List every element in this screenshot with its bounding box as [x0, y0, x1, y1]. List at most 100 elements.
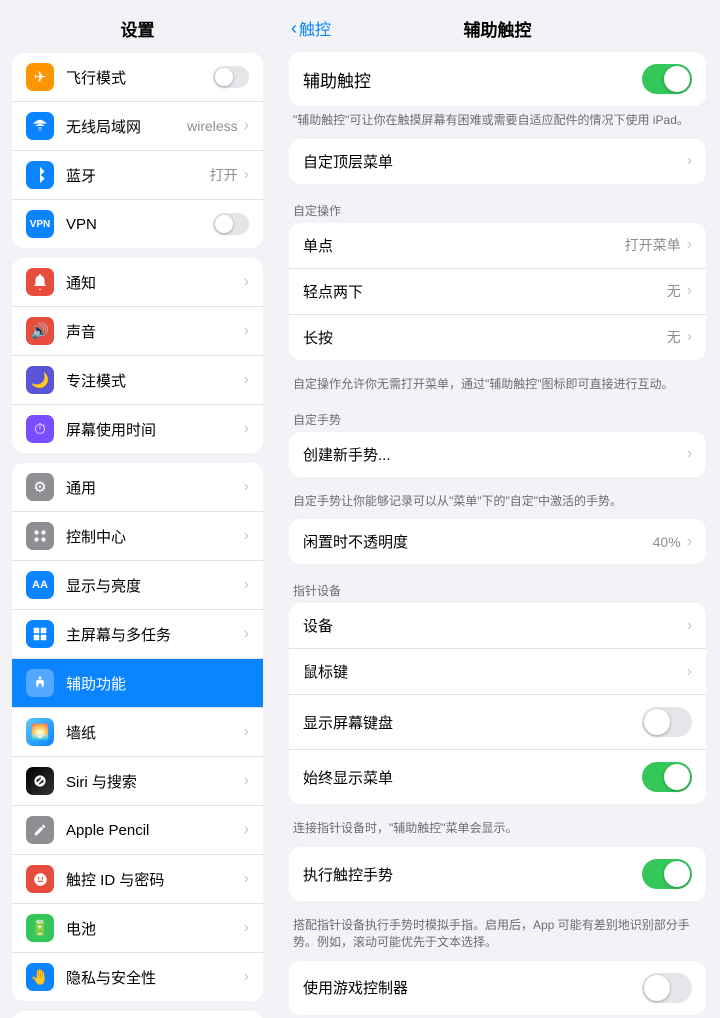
homescreen-label: 主屏幕与多任务: [66, 624, 242, 645]
idle-opacity-chevron: ›: [687, 533, 692, 551]
double-tap-chevron: ›: [687, 282, 692, 300]
controlcenter-icon: [26, 522, 54, 550]
execute-gesture-group: 执行触控手势: [289, 847, 706, 901]
system-group: ⚙ 通用 › 控制中心 › AA 显示与亮度 › 主屏幕与多任务 ›: [12, 463, 263, 1001]
sidebar-item-bluetooth[interactable]: 蓝牙 打开 ›: [12, 151, 263, 200]
sidebar-item-airplane[interactable]: ✈ 飞行模式: [12, 53, 263, 102]
pointer-header: 指针设备: [289, 574, 706, 603]
focus-label: 专注模式: [66, 370, 242, 391]
sidebar-item-general[interactable]: ⚙ 通用 ›: [12, 463, 263, 512]
execute-gesture-row[interactable]: 执行触控手势: [289, 847, 706, 901]
accessibility-icon: [26, 669, 54, 697]
long-press-chevron: ›: [687, 328, 692, 346]
detail-header: ‹ 触控 辅助触控: [275, 0, 720, 52]
custom-ops-group: 单点 打开菜单 › 轻点两下 无 › 长按 无 ›: [289, 223, 706, 360]
mouse-chevron: ›: [687, 663, 692, 681]
main-toggle-label: 辅助触控: [303, 67, 642, 92]
airplane-label: 飞行模式: [66, 67, 213, 88]
single-tap-chevron: ›: [687, 236, 692, 254]
execute-gesture-toggle[interactable]: [642, 859, 692, 889]
sidebar-item-notification[interactable]: 通知 ›: [12, 258, 263, 307]
always-show-row[interactable]: 始终显示菜单: [289, 750, 706, 804]
screentime-chevron: ›: [244, 420, 249, 438]
device-label: 设备: [303, 615, 685, 636]
custom-gesture-group: 创建新手势... ›: [289, 432, 706, 477]
sidebar-item-appstore[interactable]: App Store ›: [12, 1011, 263, 1018]
controlcenter-chevron: ›: [244, 527, 249, 545]
game-controller-toggle[interactable]: [642, 973, 692, 1003]
top-menu-group: 自定顶层菜单 ›: [289, 139, 706, 184]
store-group: App Store › 💳 钱包与 Apple Pay ›: [12, 1011, 263, 1018]
homescreen-icon: [26, 620, 54, 648]
mouse-row[interactable]: 鼠标键 ›: [289, 649, 706, 695]
vpn-icon: VPN: [26, 210, 54, 238]
vpn-toggle[interactable]: [213, 213, 249, 235]
sidebar-item-privacy[interactable]: 🤚 隐私与安全性 ›: [12, 953, 263, 1001]
back-button[interactable]: ‹ 触控: [291, 16, 331, 40]
main-toggle-description: "辅助触控"可让你在触摸屏幕有困难或需要自适应配件的情况下使用 iPad。: [289, 112, 706, 139]
faceid-label: 触控 ID 与密码: [66, 869, 242, 890]
show-keyboard-row[interactable]: 显示屏幕键盘: [289, 695, 706, 750]
sidebar-item-pencil[interactable]: Apple Pencil ›: [12, 806, 263, 855]
airplane-toggle[interactable]: [213, 66, 249, 88]
sidebar-item-focus[interactable]: 🌙 专注模式 ›: [12, 356, 263, 405]
settings-sidebar: 设置 ✈ 飞行模式 无线局域网 wireless › 蓝牙 打开 › VPN V…: [0, 0, 275, 1018]
long-press-row[interactable]: 长按 无 ›: [289, 315, 706, 360]
always-show-toggle[interactable]: [642, 762, 692, 792]
sidebar-item-accessibility[interactable]: 辅助功能: [12, 659, 263, 708]
game-controller-label: 使用游戏控制器: [303, 977, 642, 998]
network-group: ✈ 飞行模式 无线局域网 wireless › 蓝牙 打开 › VPN VPN: [12, 53, 263, 248]
execute-gesture-label: 执行触控手势: [303, 864, 642, 885]
battery-icon: 🔋: [26, 914, 54, 942]
top-menu-chevron: ›: [687, 152, 692, 170]
top-menu-row[interactable]: 自定顶层菜单 ›: [289, 139, 706, 184]
pointer-footer: 连接指针设备时，"辅助触控"菜单会显示。: [289, 814, 706, 847]
top-menu-label: 自定顶层菜单: [303, 151, 685, 172]
sidebar-item-vpn[interactable]: VPN VPN: [12, 200, 263, 248]
sidebar-item-wallpaper[interactable]: 🌅 墙纸 ›: [12, 708, 263, 757]
back-chevron-icon: ‹: [291, 18, 297, 39]
siri-icon: [26, 767, 54, 795]
execute-gesture-footer: 搭配指针设备执行手势时模拟手指。启用后，App 可能有差别地识别部分手势。例如，…: [289, 911, 706, 961]
sidebar-item-screentime[interactable]: ⏱ 屏幕使用时间 ›: [12, 405, 263, 453]
notification-chevron: ›: [244, 273, 249, 291]
single-tap-label: 单点: [303, 235, 625, 256]
show-keyboard-toggle[interactable]: [642, 707, 692, 737]
wifi-value: wireless: [187, 118, 238, 134]
custom-gesture-header: 自定手势: [289, 403, 706, 432]
sidebar-item-controlcenter[interactable]: 控制中心 ›: [12, 512, 263, 561]
sound-chevron: ›: [244, 322, 249, 340]
accessibility-label: 辅助功能: [66, 673, 249, 694]
sidebar-item-faceid[interactable]: 触控 ID 与密码 ›: [12, 855, 263, 904]
sidebar-item-display[interactable]: AA 显示与亮度 ›: [12, 561, 263, 610]
sound-label: 声音: [66, 321, 242, 342]
show-keyboard-label: 显示屏幕键盘: [303, 712, 642, 733]
wifi-label: 无线局域网: [66, 116, 187, 137]
idle-opacity-row[interactable]: 闲置时不透明度 40% ›: [289, 519, 706, 564]
sidebar-item-battery[interactable]: 🔋 电池 ›: [12, 904, 263, 953]
game-controller-row[interactable]: 使用游戏控制器: [289, 961, 706, 1015]
double-tap-value: 无: [667, 281, 681, 301]
focus-chevron: ›: [244, 371, 249, 389]
create-gesture-row[interactable]: 创建新手势... ›: [289, 432, 706, 477]
main-assistive-toggle[interactable]: [642, 64, 692, 94]
sidebar-item-sound[interactable]: 🔊 声音 ›: [12, 307, 263, 356]
idle-opacity-group: 闲置时不透明度 40% ›: [289, 519, 706, 564]
sidebar-title: 设置: [0, 0, 275, 53]
single-tap-row[interactable]: 单点 打开菜单 ›: [289, 223, 706, 269]
double-tap-row[interactable]: 轻点两下 无 ›: [289, 269, 706, 315]
sidebar-item-siri[interactable]: Siri 与搜索 ›: [12, 757, 263, 806]
always-show-label: 始终显示菜单: [303, 767, 642, 788]
general-icon: ⚙: [26, 473, 54, 501]
sidebar-item-wifi[interactable]: 无线局域网 wireless ›: [12, 102, 263, 151]
privacy-label: 隐私与安全性: [66, 967, 242, 988]
device-row[interactable]: 设备 ›: [289, 603, 706, 649]
idle-opacity-value: 40%: [653, 534, 681, 550]
sidebar-item-homescreen[interactable]: 主屏幕与多任务 ›: [12, 610, 263, 659]
battery-chevron: ›: [244, 919, 249, 937]
airplane-icon: ✈: [26, 63, 54, 91]
bluetooth-chevron: ›: [244, 166, 249, 184]
apps-group: 通知 › 🔊 声音 › 🌙 专注模式 › ⏱ 屏幕使用时间 ›: [12, 258, 263, 453]
privacy-chevron: ›: [244, 968, 249, 986]
custom-ops-footer: 自定操作允许你无需打开菜单，通过"辅助触控"图标即可直接进行互动。: [289, 370, 706, 403]
